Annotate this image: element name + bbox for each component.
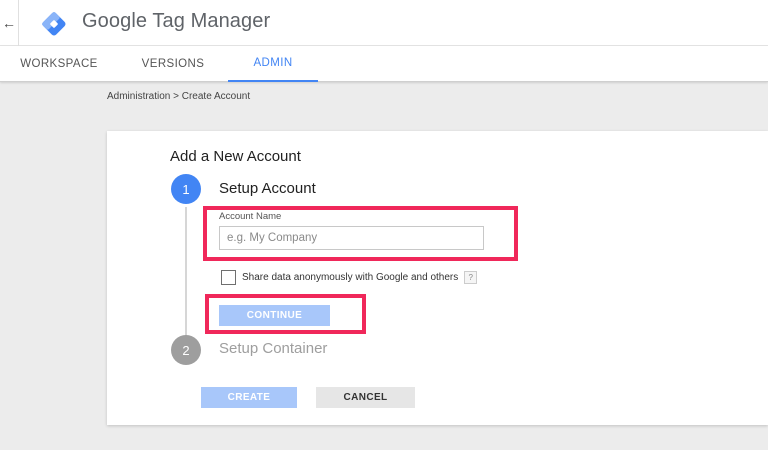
create-button[interactable]: CREATE	[201, 387, 297, 408]
breadcrumb: Administration > Create Account	[107, 91, 251, 102]
account-name-highlight-box	[203, 206, 518, 261]
back-arrow-icon[interactable]: ←	[0, 0, 19, 46]
step-2-number: 2	[171, 335, 201, 365]
step-1-number: 1	[171, 174, 201, 204]
share-data-label: Share data anonymously with Google and o…	[242, 271, 459, 283]
tab-versions[interactable]: VERSIONS	[128, 46, 218, 82]
tab-bar: WORKSPACE VERSIONS ADMIN	[0, 46, 768, 82]
app-header: ← Google Tag Manager	[0, 0, 768, 46]
help-icon[interactable]: ?	[464, 270, 478, 284]
step-2-label[interactable]: Setup Container	[219, 340, 327, 357]
continue-highlight-box	[205, 294, 366, 334]
tab-workspace[interactable]: WORKSPACE	[10, 46, 108, 82]
create-account-card: Add a New Account 1 Setup Account Accoun…	[107, 131, 768, 425]
share-data-row: Share data anonymously with Google and o…	[221, 269, 478, 285]
cancel-button[interactable]: CANCEL	[316, 387, 415, 408]
app-title: Google Tag Manager	[82, 10, 270, 33]
page-title: Add a New Account	[170, 148, 301, 165]
app-title-product: Tag Manager	[152, 10, 271, 32]
share-data-checkbox[interactable]	[221, 269, 236, 285]
tag-manager-logo-icon	[42, 12, 66, 36]
step-1-label: Setup Account	[219, 180, 316, 197]
stepper-line	[185, 207, 187, 342]
tab-admin[interactable]: ADMIN	[228, 46, 318, 82]
app-title-brand: Google	[82, 10, 148, 32]
